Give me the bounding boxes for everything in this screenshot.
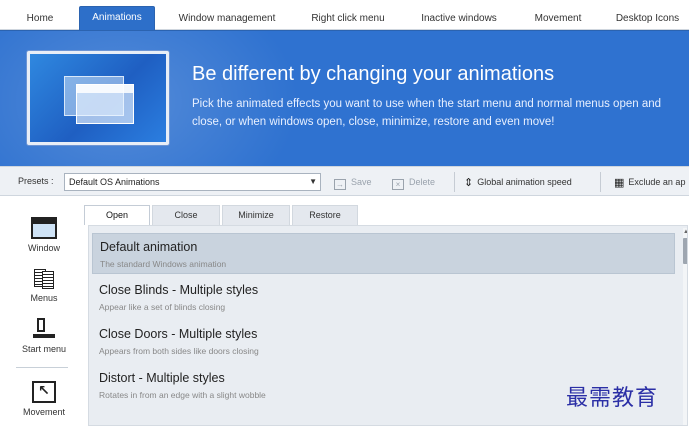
exclude-icon: ▦: [614, 177, 625, 189]
speed-label: Global animation speed: [477, 177, 572, 187]
tab-minimize[interactable]: Minimize: [222, 205, 290, 225]
sidebar-item-start-menu[interactable]: Start menu: [8, 318, 80, 354]
tab-desktop-icons[interactable]: Desktop Icons: [606, 7, 689, 29]
main-tab-bar: Home Animations Window management Right …: [0, 0, 689, 31]
start-menu-icon: [31, 318, 57, 340]
tab-home[interactable]: Home: [14, 7, 66, 29]
global-animation-speed-button[interactable]: ⇕ Global animation speed: [464, 174, 572, 190]
animation-name: Default animation: [100, 240, 198, 254]
animation-description: The standard Windows animation: [100, 259, 227, 269]
save-label: Save: [351, 177, 372, 187]
animation-name: Close Blinds - Multiple styles: [99, 283, 259, 297]
event-tabs: Open Close Minimize Restore: [80, 205, 689, 225]
sidebar-item-movement[interactable]: Movement: [8, 381, 80, 417]
exclude-label: Exclude an ap: [628, 177, 686, 187]
delete-icon: ×: [392, 179, 404, 190]
tab-close[interactable]: Close: [152, 205, 220, 225]
sidebar-item-label: Movement: [22, 407, 66, 417]
presets-selected-value: Default OS Animations: [69, 177, 160, 187]
tab-movement[interactable]: Movement: [522, 7, 594, 29]
watermark-text: 最需教育: [566, 386, 659, 411]
monitor-illustration-icon: [27, 51, 169, 145]
list-scrollbar[interactable]: ▲: [683, 228, 687, 425]
window-icon: [31, 217, 57, 239]
tab-restore[interactable]: Restore: [292, 205, 358, 225]
sidebar-item-menus[interactable]: Menus: [8, 267, 80, 303]
chevron-down-icon: ▼: [309, 177, 317, 186]
banner-description: Pick the animated effects you want to us…: [192, 98, 662, 128]
banner-title: Be different by changing your animations: [192, 63, 555, 85]
sidebar-item-label: Menus: [30, 293, 58, 303]
sidebar-item-window[interactable]: Window: [8, 217, 80, 253]
category-sidebar: Window Menus Start menu Movement: [0, 197, 80, 426]
exclude-app-button[interactable]: ▦ Exclude an ap: [614, 174, 685, 190]
tab-right-click-menu[interactable]: Right click menu: [300, 7, 396, 29]
tab-open[interactable]: Open: [84, 205, 150, 225]
tab-animations[interactable]: Animations: [79, 6, 155, 31]
speed-icon: ⇕: [464, 177, 474, 189]
sidebar-item-label: Window: [27, 243, 60, 253]
save-button[interactable]: → Save: [334, 174, 372, 190]
toolbar-divider: [600, 172, 601, 192]
delete-button[interactable]: × Delete: [392, 174, 435, 190]
list-item[interactable]: Close Doors - Multiple styles Appears fr…: [92, 321, 675, 362]
list-item[interactable]: Default animation The standard Windows a…: [92, 233, 675, 274]
presets-label: Presets :: [18, 176, 54, 186]
scroll-up-icon[interactable]: ▲: [683, 228, 687, 236]
tab-window-management[interactable]: Window management: [168, 7, 286, 29]
save-icon: →: [334, 179, 346, 190]
menus-icon: [31, 267, 57, 289]
animation-description: Appear like a set of blinds closing: [99, 302, 226, 312]
toolbar-divider: [454, 172, 455, 192]
sidebar-divider: [16, 367, 68, 368]
banner: Be different by changing your animations…: [0, 30, 689, 166]
animation-name: Close Doors - Multiple styles: [99, 327, 258, 341]
presets-dropdown[interactable]: Default OS Animations ▼: [64, 173, 321, 191]
movement-icon: [32, 381, 56, 403]
presets-toolbar: Presets : Default OS Animations ▼ → Save …: [0, 166, 689, 196]
animation-description: Appears from both sides like doors closi…: [99, 346, 259, 356]
list-item[interactable]: Close Blinds - Multiple styles Appear li…: [92, 277, 675, 318]
tab-inactive-windows[interactable]: Inactive windows: [410, 7, 508, 29]
scrollbar-thumb[interactable]: [683, 238, 687, 264]
sidebar-item-label: Start menu: [21, 344, 67, 354]
delete-label: Delete: [409, 177, 436, 187]
